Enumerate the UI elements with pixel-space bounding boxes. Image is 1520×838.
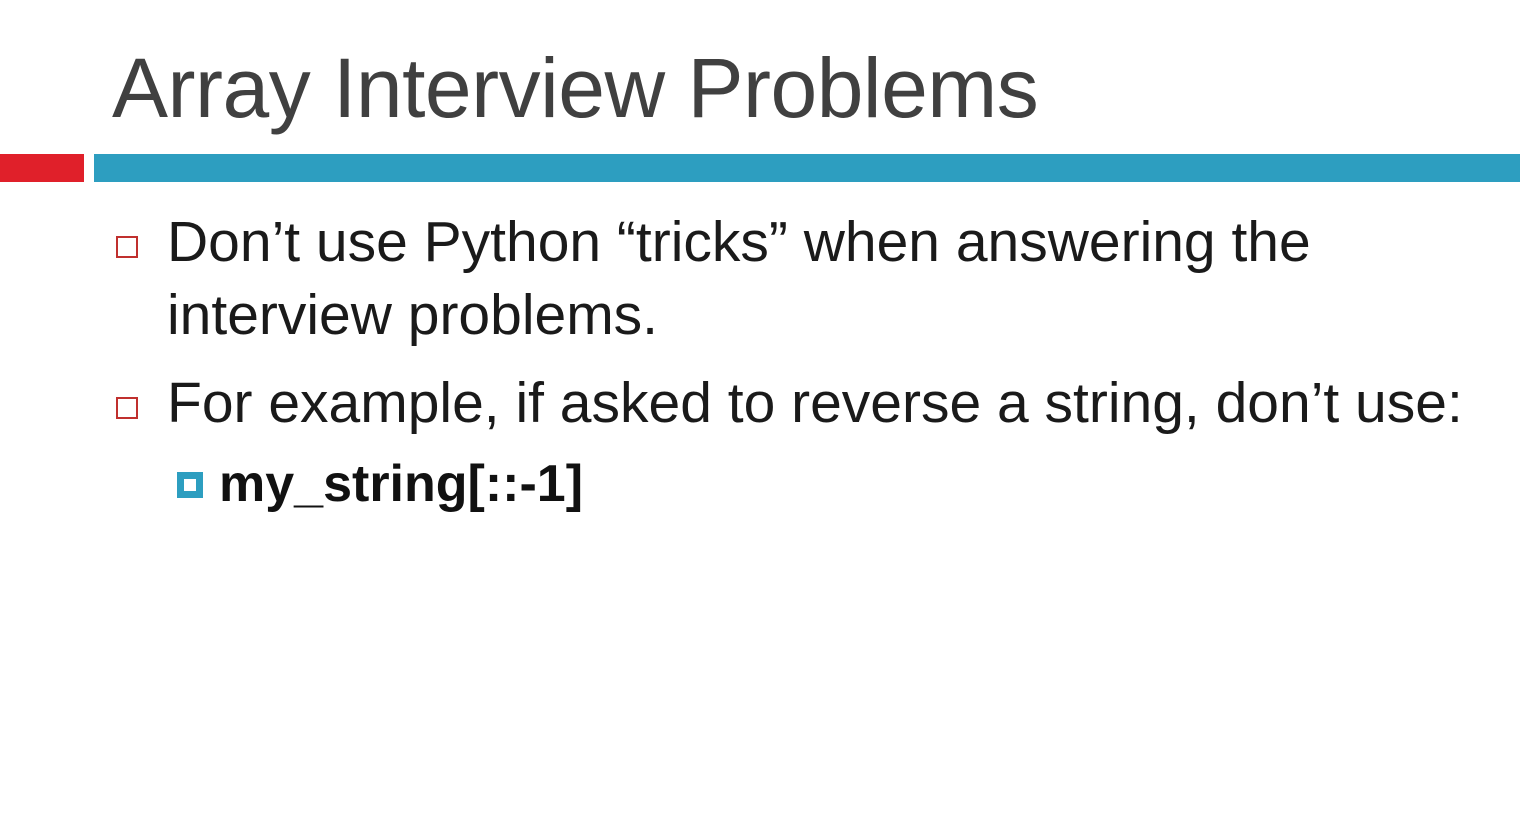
hollow-square-icon <box>116 397 138 419</box>
filled-square-icon <box>177 472 203 498</box>
title-rule-blue-bar <box>94 154 1520 182</box>
title-rule-red-accent <box>0 154 84 182</box>
bullet-text: For example, if asked to reverse a strin… <box>167 371 1463 435</box>
sub-bullet-list: my_string[::-1] <box>175 449 1482 519</box>
bullet-text: Don’t use Python “tricks” when answering… <box>167 210 1311 347</box>
hollow-square-icon <box>116 236 138 258</box>
bullet-list: Don’t use Python “tricks” when answering… <box>112 206 1482 519</box>
bullet-item: Don’t use Python “tricks” when answering… <box>112 206 1482 352</box>
bullet-item: For example, if asked to reverse a strin… <box>112 367 1482 440</box>
slide-title: Array Interview Problems <box>112 41 1039 135</box>
sub-bullet-text: my_string[::-1] <box>219 455 584 513</box>
slide: Array Interview Problems Don’t use Pytho… <box>0 0 1520 838</box>
sub-bullet-item: my_string[::-1] <box>175 449 1482 519</box>
